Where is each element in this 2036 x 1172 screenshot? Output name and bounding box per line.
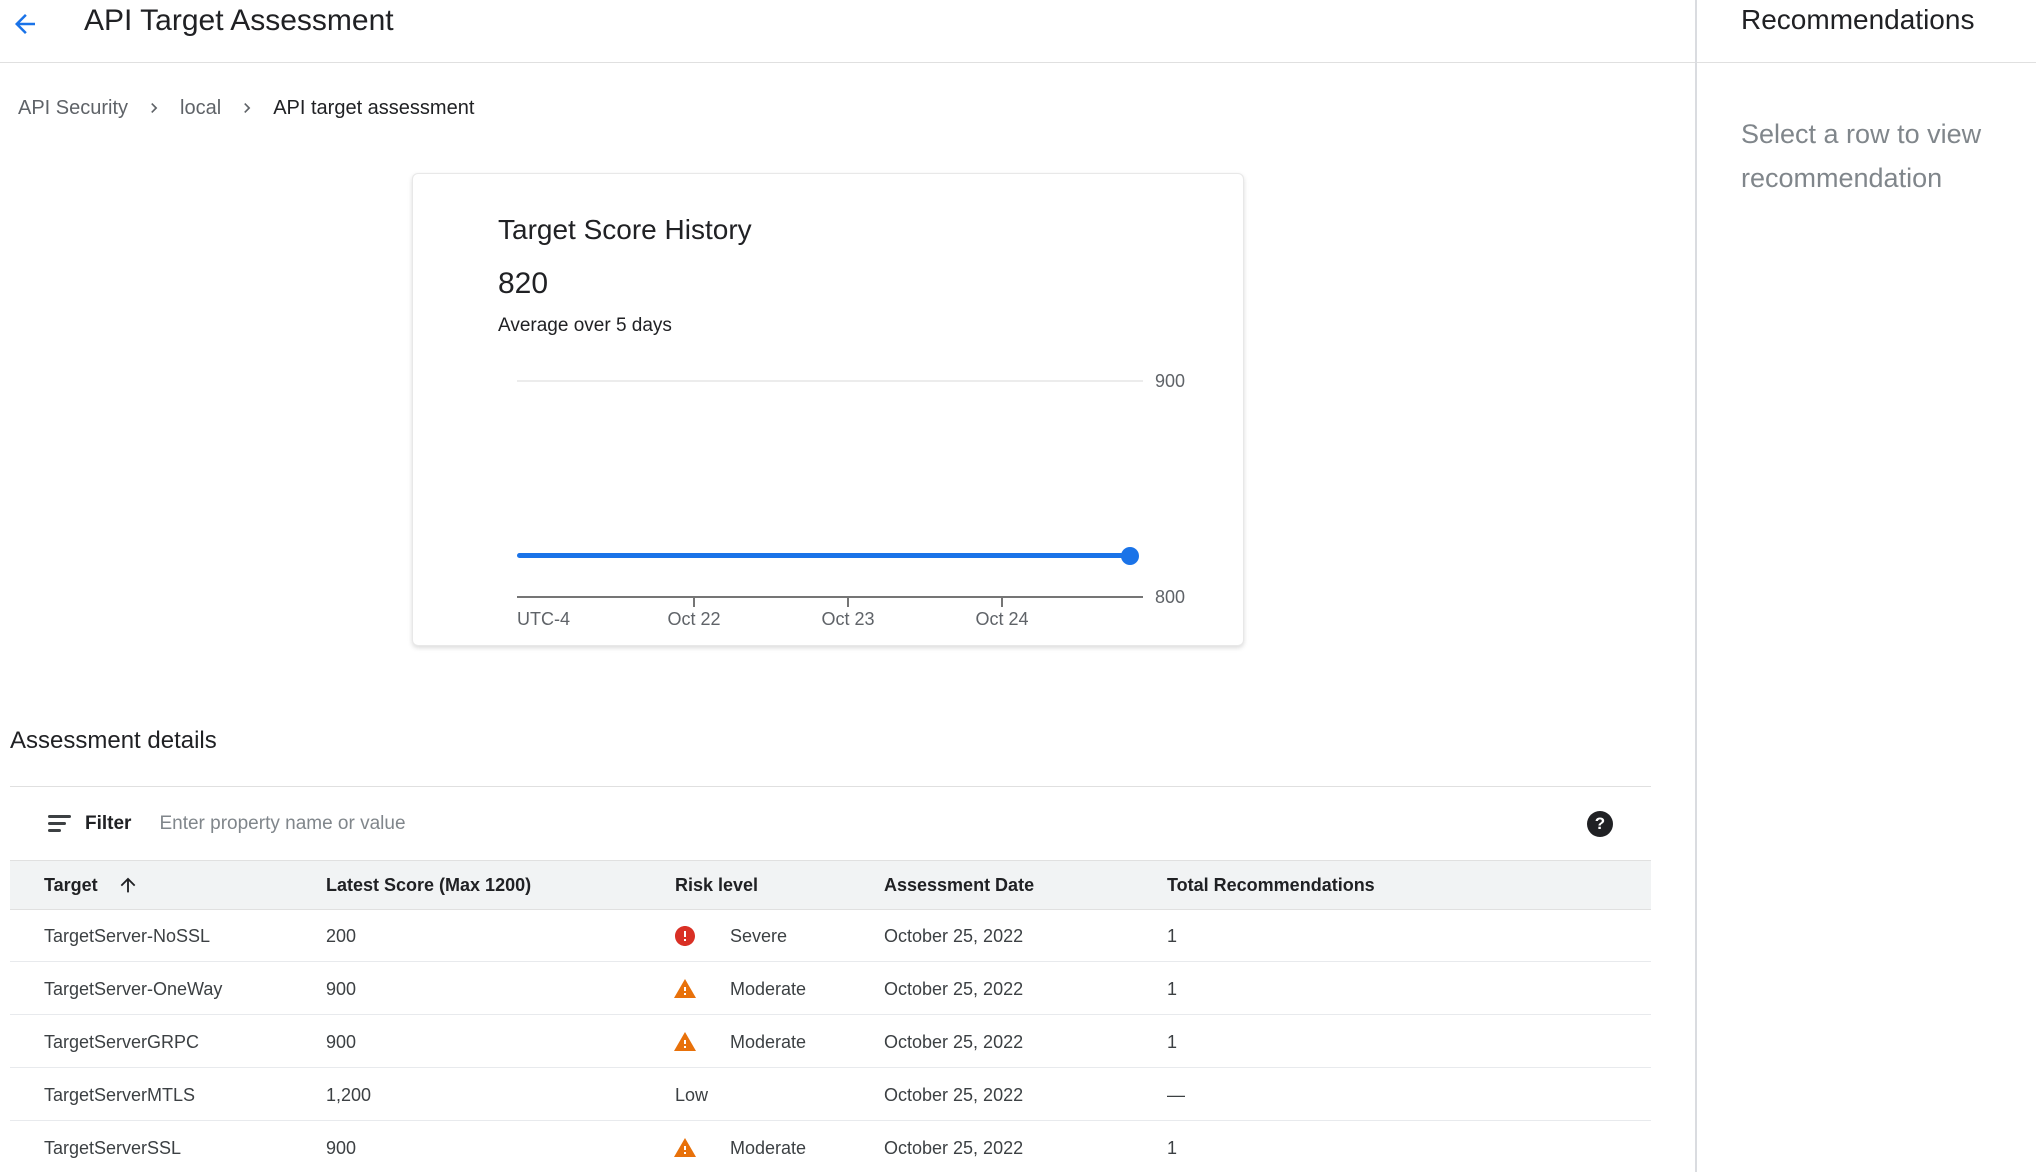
table-row-targetserverssl[interactable]: TargetServerSSL 900 Moderate October 25,…	[10, 1122, 1651, 1172]
filter-bar: Filter ?	[10, 786, 1651, 860]
sort-ascending-icon[interactable]	[117, 874, 139, 896]
help-icon[interactable]: ?	[1587, 811, 1613, 837]
target-cell: TargetServerSSL	[44, 1122, 181, 1172]
risk-label: Moderate	[730, 1016, 806, 1068]
x-tick-label-oct-24: Oct 24	[957, 607, 1047, 631]
y-tick-label-800: 800	[1155, 586, 1185, 608]
breadcrumb-item-current: API target assessment	[273, 97, 474, 120]
column-header-total-recommendations[interactable]: Total Recommendations	[1167, 861, 1375, 909]
table-row-targetservermtls[interactable]: TargetServerMTLS 1,200 Low October 25, 2…	[10, 1069, 1651, 1121]
date-cell: October 25, 2022	[884, 963, 1023, 1015]
recommendations-cell: 1	[1167, 1016, 1177, 1068]
score-cell: 900	[326, 1016, 356, 1068]
risk-cell: Moderate	[673, 1122, 806, 1172]
x-tick-label-oct-23: Oct 23	[803, 607, 893, 631]
column-header-assessment-date[interactable]: Assessment Date	[884, 861, 1034, 909]
chart-title: Target Score History	[498, 212, 752, 248]
recommendations-cell: 1	[1167, 1122, 1177, 1172]
date-cell: October 25, 2022	[884, 910, 1023, 962]
assessment-details-section: Assessment details Filter ? Target Lates…	[10, 726, 1651, 1172]
table-header-row: Target Latest Score (Max 1200) Risk leve…	[10, 860, 1651, 910]
recommendations-cell: —	[1167, 1069, 1185, 1121]
target-score-history-card: Target Score History 820 Average over 5 …	[412, 173, 1244, 646]
y-tick-label-900: 900	[1155, 370, 1185, 392]
filter-label[interactable]: Filter	[85, 813, 131, 835]
panel-vertical-divider	[1695, 0, 1697, 1172]
filter-input[interactable]	[159, 813, 1651, 835]
breadcrumb-item-api-security[interactable]: API Security	[18, 97, 128, 120]
chart-average-score: 820	[498, 265, 548, 303]
x-tick-oct-23	[847, 598, 849, 607]
recommendations-empty-message: Select a row to view recommendation	[1741, 112, 2031, 200]
target-cell: TargetServer-NoSSL	[44, 910, 210, 962]
recommendations-cell: 1	[1167, 963, 1177, 1015]
section-heading: Assessment details	[10, 726, 1651, 756]
risk-cell: Severe	[673, 910, 787, 962]
error-icon	[673, 924, 697, 948]
top-bar: API Target Assessment Recommendations	[0, 0, 2036, 63]
page-title: API Target Assessment	[84, 2, 394, 40]
recommendations-cell: 1	[1167, 910, 1177, 962]
warning-icon	[673, 977, 697, 1001]
risk-label: Moderate	[730, 963, 806, 1015]
back-button[interactable]	[10, 8, 42, 40]
risk-cell: Moderate	[673, 963, 806, 1015]
table-row-targetserver-oneway[interactable]: TargetServer-OneWay 900 Moderate October…	[10, 963, 1651, 1015]
chart-subtitle: Average over 5 days	[498, 314, 672, 338]
warning-icon	[673, 1030, 697, 1054]
date-cell: October 25, 2022	[884, 1016, 1023, 1068]
column-header-risk-level[interactable]: Risk level	[675, 861, 758, 909]
date-cell: October 25, 2022	[884, 1069, 1023, 1121]
gridline-900	[517, 380, 1143, 382]
filter-list-icon	[48, 811, 74, 837]
arrow-back-icon	[10, 9, 42, 39]
warning-icon	[673, 1136, 697, 1160]
target-cell: TargetServer-OneWay	[44, 963, 222, 1015]
date-cell: October 25, 2022	[884, 1122, 1023, 1172]
score-line-series	[517, 553, 1133, 558]
chevron-right-icon	[144, 98, 164, 118]
x-axis-timezone-label: UTC-4	[517, 607, 570, 631]
x-tick-oct-24	[1001, 598, 1003, 607]
x-tick-label-oct-22: Oct 22	[649, 607, 739, 631]
chevron-right-icon	[237, 98, 257, 118]
breadcrumb-item-local[interactable]: local	[180, 97, 221, 120]
risk-label: Severe	[730, 910, 787, 962]
target-cell: TargetServerMTLS	[44, 1069, 195, 1121]
target-cell: TargetServerGRPC	[44, 1016, 199, 1068]
score-cell: 900	[326, 1122, 356, 1172]
column-header-latest-score[interactable]: Latest Score (Max 1200)	[326, 861, 531, 909]
score-line-endpoint-dot	[1121, 547, 1139, 565]
api-target-assessment-page: API Target Assessment Recommendations AP…	[0, 0, 2036, 1172]
score-cell: 200	[326, 910, 356, 962]
table-row-targetserver-nossl[interactable]: TargetServer-NoSSL 200 Severe October 25…	[10, 910, 1651, 962]
x-tick-oct-22	[693, 598, 695, 607]
risk-cell: Moderate	[673, 1016, 806, 1068]
table-row-targetservergrpc[interactable]: TargetServerGRPC 900 Moderate October 25…	[10, 1016, 1651, 1068]
risk-label: Moderate	[730, 1122, 806, 1172]
recommendations-panel-title: Recommendations	[1741, 2, 1974, 38]
score-cell: 900	[326, 963, 356, 1015]
x-axis-line	[517, 596, 1143, 598]
column-header-target[interactable]: Target	[44, 861, 98, 909]
score-cell: 1,200	[326, 1069, 371, 1121]
breadcrumb: API Security local API target assessment	[18, 92, 474, 124]
risk-cell: Low	[675, 1069, 708, 1121]
